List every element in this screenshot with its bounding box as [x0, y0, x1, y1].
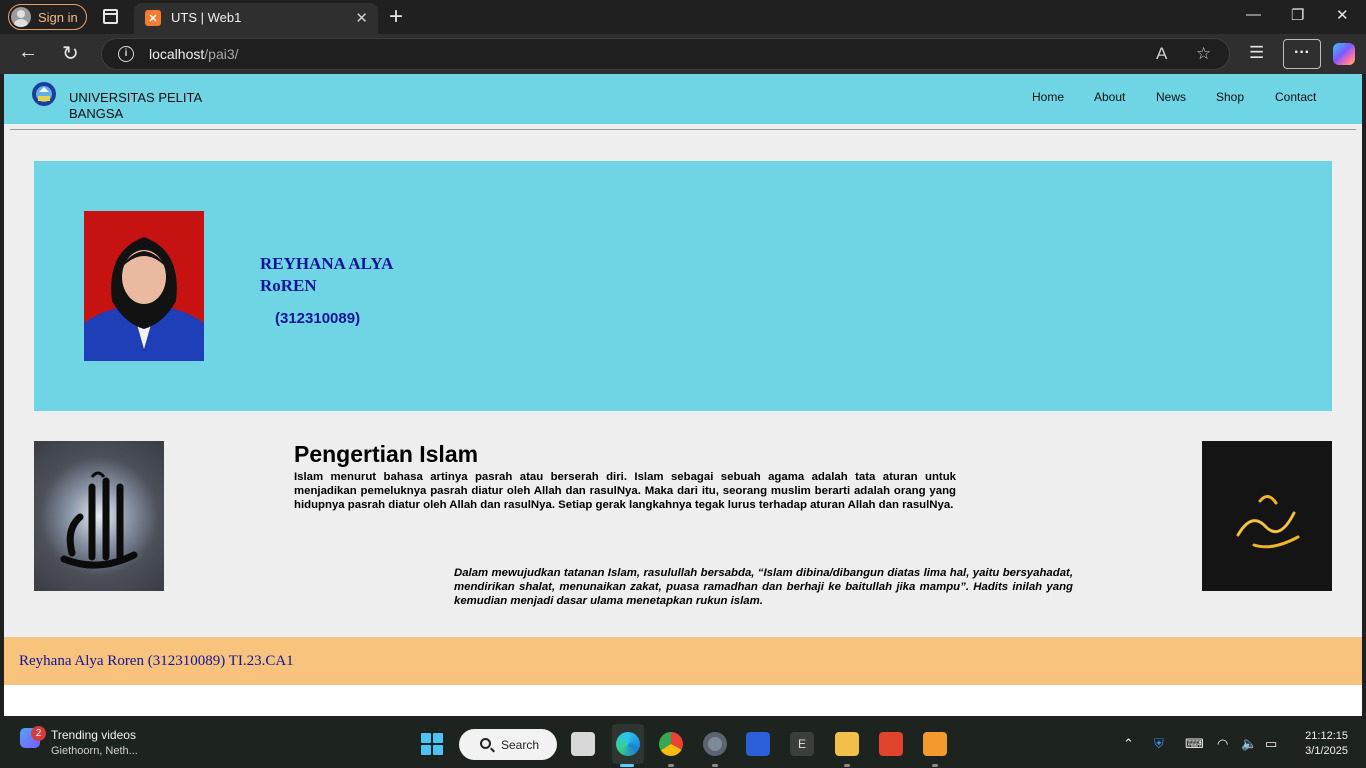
chrome-icon[interactable] — [659, 732, 683, 756]
tray-chevron-icon[interactable]: ⌃ — [1123, 736, 1134, 752]
address-bar[interactable]: i localhost/pai3/ A ☆ — [101, 38, 1230, 70]
nav-shop[interactable]: Shop — [1216, 90, 1244, 104]
edge-running-indicator — [620, 764, 634, 767]
battery-icon[interactable]: ▭ — [1265, 736, 1277, 752]
security-shield-icon[interactable]: ⛨ — [1154, 736, 1164, 752]
widget-badge: 2 — [31, 726, 46, 741]
settings-running-indicator — [712, 764, 718, 767]
browser-tab-active[interactable]: ✕ UTS | Web1 ✕ — [134, 3, 378, 34]
allah-calligraphy-image — [34, 441, 164, 591]
xampp-favicon-icon: ✕ — [145, 10, 161, 26]
start-button-icon[interactable] — [421, 733, 443, 755]
site-footer: Reyhana Alya Roren (312310089) TI.23.CA1 — [4, 637, 1362, 685]
copilot-icon[interactable] — [1333, 43, 1355, 65]
footer-text: Reyhana Alya Roren (312310089) TI.23.CA1 — [19, 653, 294, 669]
tab-title: UTS | Web1 — [171, 10, 242, 25]
widget-title[interactable]: Trending videos — [51, 728, 136, 742]
profile-banner: REYHANA ALYA RoREN (312310089) — [34, 161, 1332, 411]
browser-tab-bar: Sign in ✕ UTS | Web1 ✕ + — ❐ ✕ — [0, 0, 1366, 34]
edge-icon[interactable] — [616, 732, 640, 756]
sublime-running-indicator — [932, 764, 938, 767]
tab-close-icon[interactable]: ✕ — [355, 9, 368, 27]
minimize-icon[interactable]: — — [1246, 6, 1261, 23]
back-arrow-icon[interactable]: ← — [18, 41, 38, 64]
address-url[interactable]: localhost/pai3/ — [149, 46, 239, 62]
student-id: (312310089) — [275, 310, 361, 327]
clock-time: 21:12:15 — [1305, 730, 1348, 742]
student-name: REYHANA ALYA RoREN — [260, 254, 393, 295]
hadith-quote: Dalam mewujudkan tatanan Islam, rasulull… — [454, 567, 1073, 607]
taskbar-clock[interactable]: 21:12:15 3/1/2025 — [1298, 729, 1348, 759]
favorites-list-icon[interactable]: ☰ — [1249, 43, 1264, 63]
settings-more-button[interactable]: ··· — [1283, 39, 1321, 69]
profile-avatar-icon — [11, 7, 31, 27]
page-viewport: UNIVERSITAS PELITA BANGSA Home About New… — [4, 74, 1362, 716]
chrome-running-indicator — [668, 764, 674, 767]
file-explorer-icon[interactable] — [835, 732, 859, 756]
muhammad-calligraphy-image — [1202, 441, 1332, 591]
sign-in-label: Sign in — [38, 9, 78, 25]
taskbar-search[interactable]: Search — [459, 729, 557, 760]
favorite-star-icon[interactable]: ☆ — [1196, 44, 1211, 64]
search-icon — [480, 738, 491, 749]
wifi-icon[interactable]: ◠ — [1217, 736, 1228, 752]
word-icon[interactable] — [746, 732, 770, 756]
settings-gear-icon[interactable] — [703, 732, 727, 756]
read-aloud-icon[interactable]: A — [1156, 44, 1167, 64]
article-body: Islam menurut bahasa artinya pasrah atau… — [294, 471, 956, 511]
power-app-icon[interactable] — [879, 732, 903, 756]
page-bottom-area — [4, 685, 1362, 716]
app-e-icon[interactable]: E — [790, 732, 814, 756]
browser-toolbar: ← ↻ i localhost/pai3/ A ☆ ☰ ··· — [0, 34, 1366, 74]
task-view-icon[interactable] — [571, 732, 595, 756]
restore-icon[interactable]: ❐ — [1291, 6, 1304, 24]
university-logo-icon — [32, 82, 56, 106]
site-header: UNIVERSITAS PELITA BANGSA Home About New… — [4, 74, 1362, 124]
nav-contact[interactable]: Contact — [1275, 90, 1316, 104]
tab-actions-icon[interactable] — [103, 9, 118, 24]
nav-news[interactable]: News — [1156, 90, 1186, 104]
new-tab-button[interactable]: + — [389, 3, 403, 31]
explorer-running-indicator — [844, 764, 850, 767]
clock-date: 3/1/2025 — [1305, 745, 1348, 757]
profile-photo — [84, 211, 204, 361]
site-brand[interactable]: UNIVERSITAS PELITA BANGSA — [69, 90, 239, 122]
nav-about[interactable]: About — [1094, 90, 1125, 104]
sublime-text-icon[interactable] — [923, 732, 947, 756]
widget-subtitle[interactable]: Giethoorn, Neth... — [51, 745, 138, 757]
volume-icon[interactable]: 🔈 — [1241, 736, 1257, 752]
window-close-icon[interactable]: ✕ — [1336, 6, 1349, 24]
article-title: Pengertian Islam — [294, 441, 479, 467]
header-divider — [10, 129, 1356, 130]
sign-in-button[interactable]: Sign in — [8, 4, 87, 30]
search-label: Search — [501, 737, 540, 752]
windows-taskbar: 2 Trending videos Giethoorn, Neth... Sea… — [0, 720, 1366, 768]
refresh-icon[interactable]: ↻ — [62, 41, 79, 66]
nav-home[interactable]: Home — [1032, 90, 1064, 104]
keyboard-icon[interactable]: ⌨ — [1185, 736, 1204, 752]
site-info-icon[interactable]: i — [118, 46, 134, 62]
